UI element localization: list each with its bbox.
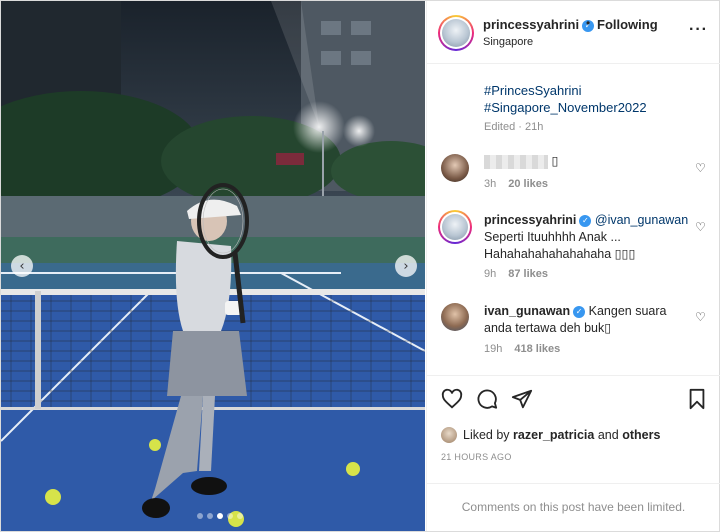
liker-username[interactable]: razer_patricia xyxy=(513,428,594,442)
like-heart-icon[interactable] xyxy=(441,388,463,410)
previous-photo-button[interactable]: ‹ xyxy=(11,255,33,277)
bookmark-icon[interactable] xyxy=(686,388,708,410)
verified-badge-icon: ✓ xyxy=(579,214,592,227)
comment-username[interactable]: princessyahrini xyxy=(484,213,576,227)
comment-time[interactable]: 3h xyxy=(484,178,496,190)
heart-icon[interactable]: ♡ xyxy=(695,161,706,175)
liked-by-others[interactable]: others xyxy=(622,428,660,442)
comment-time[interactable]: 19h xyxy=(484,343,502,355)
comments-limited-notice: Comments on this post have been limited. xyxy=(427,483,720,531)
heart-icon[interactable]: ♡ xyxy=(695,310,706,324)
comment-body: Hahahahahahahahaha ▯▯▯ xyxy=(484,247,636,261)
liked-by: Liked by razer_patricia and others xyxy=(441,427,660,443)
post-side-panel: princessyahrini ✓ • Following Singapore ·… xyxy=(426,1,720,531)
post-media[interactable]: ‹ › xyxy=(1,1,425,531)
comment-meta: 19h 418 likes xyxy=(484,343,560,355)
comment-time[interactable]: 9h xyxy=(484,268,496,280)
tennis-photo xyxy=(1,1,425,531)
author-username-text[interactable]: princessyahrini xyxy=(483,17,579,32)
blurred-username[interactable] xyxy=(484,154,548,169)
heart-icon[interactable]: ♡ xyxy=(695,220,706,234)
comment-text: ▯ xyxy=(484,153,694,170)
comment-username[interactable]: ivan_gunawan xyxy=(484,304,570,318)
author-avatar[interactable] xyxy=(438,15,474,51)
carousel-dot-active xyxy=(217,513,223,519)
verified-badge-icon: ✓ xyxy=(573,305,586,318)
comment-text: princessyahrini ✓ @ivan_gunawan Seperti It… xyxy=(484,212,694,263)
carousel-dot xyxy=(197,513,203,519)
comment-likes[interactable]: 418 likes xyxy=(514,343,560,355)
hashtag-link[interactable]: #PrincesSyahrini xyxy=(484,83,582,98)
liked-by-prefix: Liked by xyxy=(463,428,510,442)
location-link[interactable]: Singapore xyxy=(483,36,533,48)
comment-body: Kangen suara xyxy=(588,304,667,318)
commenter-avatar[interactable] xyxy=(438,210,472,244)
post-timestamp[interactable]: 21 HOURS AGO xyxy=(441,452,512,462)
edited-label: Edited · 21h xyxy=(484,121,544,133)
next-photo-button[interactable]: › xyxy=(395,255,417,277)
commenter-avatar[interactable] xyxy=(441,154,469,182)
separator-dot: • xyxy=(586,16,591,30)
chevron-left-icon: ‹ xyxy=(19,258,25,274)
comment-likes[interactable]: 20 likes xyxy=(508,178,548,190)
commenter-avatar[interactable] xyxy=(441,303,469,331)
post-actions xyxy=(427,375,720,421)
carousel-dot xyxy=(227,513,233,519)
comment-body: anda tertawa deh buk▯ xyxy=(484,321,612,335)
liked-by-and: and xyxy=(597,428,619,442)
author-username[interactable]: princessyahrini ✓ xyxy=(483,17,595,32)
comment-meta: 9h 87 likes xyxy=(484,268,548,280)
comment-bubble-icon[interactable] xyxy=(476,388,498,410)
post-header: princessyahrini ✓ • Following Singapore ·… xyxy=(427,1,720,64)
comment-text: ivan_gunawan ✓ Kangen suara anda tertawa d… xyxy=(484,303,694,337)
comment-likes[interactable]: 87 likes xyxy=(508,268,548,280)
more-horizontal-icon[interactable]: ··· xyxy=(689,21,708,39)
carousel-dot xyxy=(237,513,243,519)
carousel-indicator xyxy=(197,513,243,519)
mention-link[interactable]: @ivan_gunawan xyxy=(595,213,688,227)
share-send-icon[interactable] xyxy=(511,388,533,410)
chevron-right-icon: › xyxy=(403,258,409,274)
hashtag-link[interactable]: #Singapore_November2022 xyxy=(484,100,647,115)
carousel-dot xyxy=(207,513,213,519)
comment-body: Seperti Ituuhhhh Anak ... xyxy=(484,230,621,244)
liker-avatar[interactable] xyxy=(441,427,457,443)
comment-meta: 3h 20 likes xyxy=(484,178,548,190)
comment-body: ▯ xyxy=(551,154,559,168)
following-button[interactable]: Following xyxy=(597,17,658,32)
